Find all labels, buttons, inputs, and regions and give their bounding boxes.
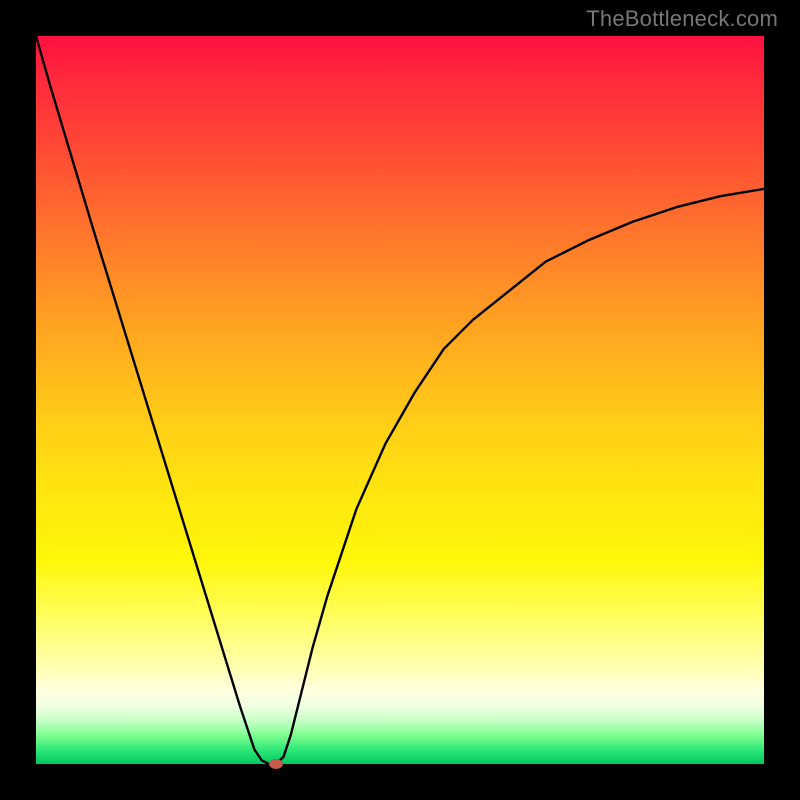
watermark-text: TheBottleneck.com [586,6,778,32]
bottleneck-curve [36,36,764,764]
chart-frame: TheBottleneck.com [0,0,800,800]
plot-area [36,36,764,764]
optimum-marker [269,759,283,769]
